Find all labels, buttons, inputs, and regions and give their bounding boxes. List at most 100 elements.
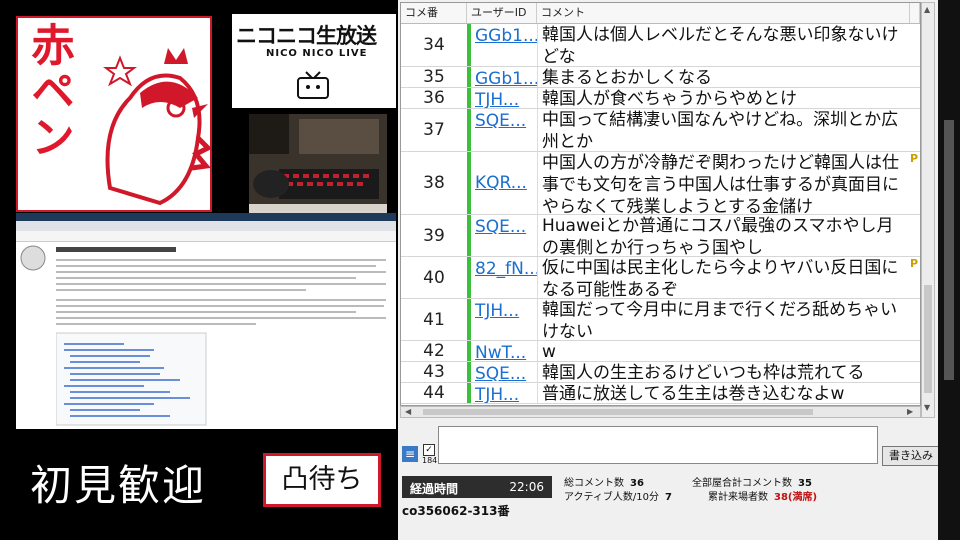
wiki-sidebar	[18, 243, 54, 423]
penguin-mascot-icon	[103, 48, 210, 206]
comment-number: 37	[423, 120, 445, 140]
comment-row[interactable]: 35 GGb1... 集まるとおかしくなる	[401, 67, 920, 88]
comment-number: 34	[423, 35, 445, 55]
scroll-down-icon[interactable]: ▼	[924, 403, 930, 412]
vertical-scrollbar[interactable]: ▲ ▼	[921, 2, 935, 418]
broadcast-stats: 経過時間 22:06 総コメント数 36 アクティブ人数/10分 7 全部屋合計コメ…	[398, 468, 938, 518]
visitors-label: 累計来場者数	[708, 492, 768, 503]
comment-marker: P	[910, 152, 919, 165]
comment-row[interactable]: 34 GGb1... 韓国人は個人レベルだとそんな悪い印象ないけどな	[401, 24, 920, 67]
comment-user-link[interactable]: TJH...	[467, 88, 537, 108]
comment-number: 39	[423, 225, 445, 246]
comment-text: 中国人の方が冷静だぞ関わったけど韓国人は仕事でも文句を言う中国人は仕事するが真面…	[537, 152, 910, 217]
horizontal-scroll-thumb[interactable]	[423, 409, 813, 415]
comment-number: 44	[423, 383, 445, 403]
full-house-note: (満席)	[787, 492, 818, 503]
scroll-up-icon[interactable]: ▲	[924, 5, 930, 14]
webcam-feed	[249, 114, 387, 214]
comment-number: 43	[423, 362, 445, 382]
elapsed-value: 22:06	[509, 480, 544, 494]
scroll-left-icon[interactable]: ◀	[405, 407, 411, 416]
comment-number: 40	[423, 267, 445, 288]
vertical-scroll-thumb[interactable]	[924, 285, 932, 393]
comment-user-link[interactable]: SQE...	[467, 109, 537, 151]
comment-row[interactable]: 39 SQE... Huaweiとか普通にコスパ最強のスマホやし月の裏側とか行っ…	[401, 215, 920, 258]
comment-marker	[910, 88, 920, 108]
comment-row[interactable]: 44 TJH... 普通に放送してる生主は巻き込むなよw	[401, 383, 920, 404]
comment-number: 36	[423, 88, 445, 108]
comment-row[interactable]: 38 KQR... 中国人の方が冷静だぞ関わったけど韓国人は仕事でも文句を言う中…	[401, 152, 920, 217]
nico-live-banner: ニコニコ生放送 NICO NICO LIVE	[232, 14, 396, 108]
logo-text: 赤ペン	[23, 22, 74, 160]
comment-row[interactable]: 36 TJH... 韓国人が食べちゃうからやめとけ	[401, 88, 920, 109]
all-rooms-stat: 全部屋合計コメント数 35	[692, 474, 812, 489]
comment-text: w	[537, 341, 910, 362]
comment-marker	[910, 24, 920, 66]
comment-user-link[interactable]: NwT...	[467, 341, 537, 361]
anonymous-184-checkbox[interactable]: ✓ 184	[422, 444, 438, 466]
wiki-article-body	[56, 247, 386, 426]
comment-row[interactable]: 41 TJH... 韓国だって今月中に月まで行くだろ舐めちゃいけない	[401, 299, 920, 342]
comment-marker	[910, 67, 920, 87]
scroll-right-icon[interactable]: ▶	[907, 407, 913, 416]
right-edge-strip	[938, 0, 960, 540]
browser-tabs	[16, 221, 396, 231]
comment-text: 中国って結構凄い国なんやけどね。深圳とか広州とか	[537, 109, 910, 152]
comment-user-link[interactable]: SQE...	[467, 362, 537, 382]
comment-input[interactable]	[438, 426, 878, 464]
header-number[interactable]: コメ番	[401, 3, 467, 23]
active-users-label: アクティブ人数/10分	[564, 492, 659, 503]
total-comments-stat: 総コメント数 36	[564, 474, 644, 489]
comment-row[interactable]: 37 SQE... 中国って結構凄い国なんやけどね。深圳とか広州とか	[401, 109, 920, 152]
wikipedia-globe-icon	[20, 245, 46, 271]
comment-marker	[910, 299, 920, 340]
comment-user-link[interactable]: 82_fN...	[467, 257, 537, 298]
visitors-value: 38	[774, 492, 788, 503]
call-in-badge: 凸待ち	[263, 453, 381, 507]
comment-text: 集まるとおかしくなる	[537, 67, 910, 88]
comment-marker	[910, 215, 920, 256]
comment-viewer: コメ番 ユーザーID コメント 34 GGb1... 韓国人は個人レベルだとそん…	[398, 0, 940, 540]
checkbox-label: 184	[422, 456, 438, 465]
edge-bar	[944, 120, 954, 380]
elapsed-time-box: 経過時間 22:06	[402, 476, 552, 498]
comment-user-link[interactable]: TJH...	[467, 383, 537, 403]
desktop-capture	[16, 213, 396, 429]
browser-address-bar	[16, 231, 396, 242]
comment-text: Huaweiとか普通にコスパ最強のスマホやし月の裏側とか行っちゃう国やし	[537, 215, 910, 258]
desktop-taskbar	[16, 213, 396, 221]
comment-text: 普通に放送してる生主は巻き込むなよw	[537, 383, 910, 404]
comment-user-link[interactable]: GGb1...	[467, 67, 537, 87]
active-users-stat: アクティブ人数/10分 7	[564, 488, 672, 503]
comment-row[interactable]: 42 NwT... w	[401, 341, 920, 362]
comment-user-link[interactable]: GGb1...	[467, 24, 537, 66]
comment-row[interactable]: 43 SQE... 韓国人の生主おるけどいつも枠は荒れてる	[401, 362, 920, 383]
comment-grid[interactable]: コメ番 ユーザーID コメント 34 GGb1... 韓国人は個人レベルだとそん…	[400, 2, 921, 406]
comment-user-link[interactable]: SQE...	[467, 215, 537, 256]
submit-comment-button[interactable]: 書き込み	[882, 446, 940, 466]
comment-text: 韓国だって今月中に月まで行くだろ舐めちゃいけない	[537, 299, 910, 342]
comment-marker	[910, 383, 920, 403]
visitors-stat: 累計来場者数 38(満席)	[708, 488, 817, 503]
horizontal-scrollbar[interactable]: ◀ ▶	[400, 406, 921, 418]
comment-user-link[interactable]: TJH...	[467, 299, 537, 340]
header-user-id[interactable]: ユーザーID	[467, 3, 537, 23]
comment-marker	[910, 109, 920, 151]
comment-marker	[910, 362, 920, 382]
nico-banner-subtitle: NICO NICO LIVE	[266, 48, 368, 59]
comment-user-link[interactable]: KQR...	[467, 152, 537, 214]
tv-icon	[297, 71, 329, 99]
comment-text: 仮に中国は民主化したら今よりヤバい反日国になる可能性あるぞ	[537, 257, 910, 300]
comment-row[interactable]: 40 82_fN... 仮に中国は民主化したら今よりヤバい反日国になる可能性ある…	[401, 257, 920, 300]
list-icon[interactable]: ≡	[402, 446, 418, 462]
grid-header: コメ番 ユーザーID コメント	[401, 3, 920, 24]
comment-marker: P	[910, 257, 919, 270]
comment-input-row: ≡ ✓ 184 書き込み	[400, 426, 940, 466]
comment-text: 韓国人の生主おるけどいつも枠は荒れてる	[537, 362, 910, 383]
comment-text: 韓国人が食べちゃうからやめとけ	[537, 88, 910, 109]
header-comment[interactable]: コメント	[537, 3, 910, 23]
nico-banner-title: ニコニコ生放送	[236, 24, 377, 48]
header-extra[interactable]	[910, 3, 920, 23]
community-id: co356062-313番	[402, 504, 510, 518]
comment-number: 38	[423, 173, 445, 193]
